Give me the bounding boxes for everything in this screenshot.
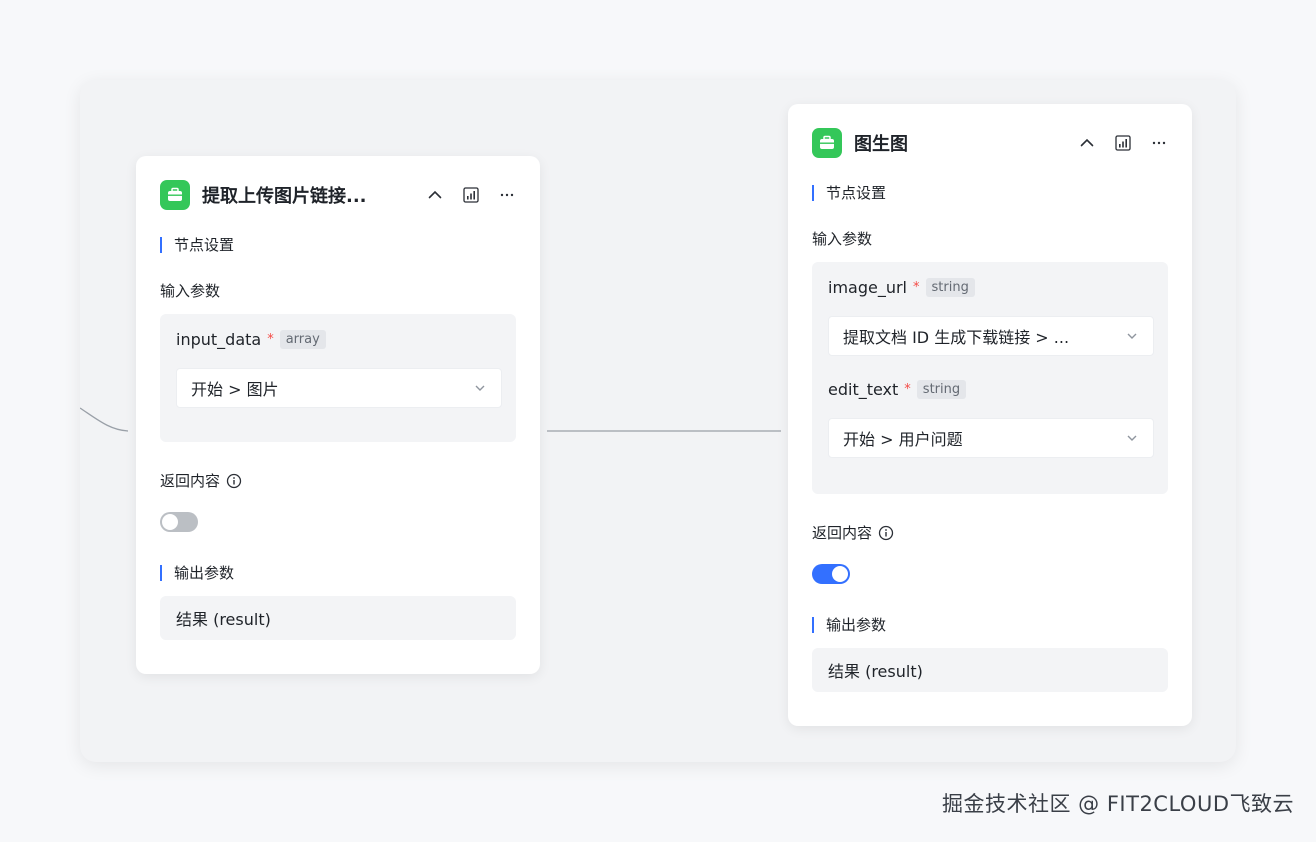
output-result: 结果 (result) [160, 596, 516, 640]
required-mark: * [904, 382, 911, 397]
return-content-toggle[interactable] [160, 512, 198, 532]
param-name: edit_text [828, 380, 899, 399]
more-icon[interactable] [496, 184, 518, 206]
return-content-text: 返回内容 [160, 472, 221, 490]
return-content-toggle[interactable] [812, 564, 850, 584]
workflow-canvas[interactable]: 提取上传图片链接... 节点设置 输入参数 input_data * array… [80, 80, 1236, 762]
param-box: image_url * string 提取文档 ID 生成下载链接 > ... … [812, 262, 1168, 494]
chart-icon[interactable] [460, 184, 482, 206]
node-title: 图生图 [854, 134, 908, 155]
watermark: 掘金技术社区 @ FIT2CLOUD飞致云 [942, 792, 1294, 816]
section-marker [812, 184, 814, 201]
chevron-up-icon[interactable] [424, 184, 446, 206]
return-content-text: 返回内容 [812, 524, 873, 542]
type-tag: array [279, 330, 326, 349]
toggle-knob [162, 514, 178, 530]
toolbox-icon [160, 180, 190, 210]
node-title: 提取上传图片链接... [202, 186, 367, 207]
output-result: 结果 (result) [812, 648, 1168, 692]
chevron-down-icon [1127, 435, 1137, 441]
section-label: 输出参数 [826, 616, 887, 634]
param-name: image_url [828, 278, 907, 297]
param-box: input_data * array 开始 > 图片 [160, 314, 516, 442]
chevron-down-icon [475, 385, 485, 391]
section-node-settings: 节点设置 [812, 182, 886, 203]
input-params-label: 输入参数 [160, 282, 221, 300]
node-header: 图生图 [812, 128, 1170, 158]
chart-icon[interactable] [1112, 132, 1134, 154]
node-extract-image-link[interactable]: 提取上传图片链接... 节点设置 输入参数 input_data * array… [136, 156, 540, 674]
select-value: 开始 > 用户问题 [843, 430, 963, 449]
chevron-up-icon[interactable] [1076, 132, 1098, 154]
toolbox-icon [812, 128, 842, 158]
param-row: edit_text * string [828, 380, 967, 399]
section-marker [160, 236, 162, 253]
param-select-edit-text[interactable]: 开始 > 用户问题 [828, 418, 1154, 458]
toggle-knob [832, 566, 848, 582]
type-tag: string [916, 380, 967, 399]
section-marker [160, 564, 162, 581]
section-label: 节点设置 [826, 184, 887, 202]
section-output-params: 输出参数 [160, 562, 234, 583]
incoming-edge [80, 407, 129, 432]
type-tag: string [925, 278, 975, 297]
section-output-params: 输出参数 [812, 614, 886, 635]
param-name: input_data [176, 330, 262, 349]
node-image-to-image[interactable]: 图生图 节点设置 输入参数 image_url * string 提取文档 ID… [788, 104, 1192, 726]
return-content-label: 返回内容 [812, 522, 894, 543]
section-node-settings: 节点设置 [160, 234, 234, 255]
more-icon[interactable] [1148, 132, 1170, 154]
param-select-input-data[interactable]: 开始 > 图片 [176, 368, 502, 408]
section-marker [812, 616, 814, 633]
param-select-image-url[interactable]: 提取文档 ID 生成下载链接 > ... [828, 316, 1154, 356]
select-value: 开始 > 图片 [191, 380, 279, 399]
info-icon[interactable] [878, 525, 894, 541]
select-value: 提取文档 ID 生成下载链接 > ... [843, 328, 1070, 347]
required-mark: * [913, 280, 920, 295]
info-icon[interactable] [226, 473, 242, 489]
param-row: image_url * string [828, 278, 975, 297]
input-params-label: 输入参数 [812, 230, 873, 248]
node-header: 提取上传图片链接... [160, 180, 518, 210]
section-label: 节点设置 [174, 236, 235, 254]
param-row: input_data * array [176, 330, 326, 349]
section-label: 输出参数 [174, 564, 235, 582]
return-content-label: 返回内容 [160, 470, 242, 491]
chevron-down-icon [1127, 333, 1137, 339]
required-mark: * [267, 332, 274, 347]
